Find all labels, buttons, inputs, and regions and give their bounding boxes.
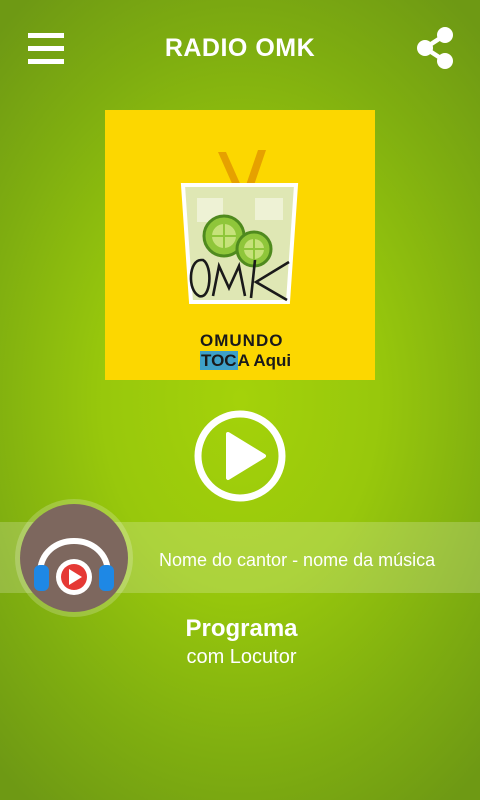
logo-text-line2: TOCA Aqui <box>200 351 291 371</box>
logo-text-rest: A Aqui <box>237 351 292 370</box>
program-avatar <box>20 504 128 612</box>
play-icon[interactable] <box>194 410 286 502</box>
headphones-icon <box>34 538 114 595</box>
program-host: com Locutor <box>186 646 297 668</box>
station-logo: OMUNDO TOCA Aqui <box>105 110 375 380</box>
app-header: RADIO OMK <box>0 0 480 100</box>
logo-text-highlight: TOC <box>200 351 238 370</box>
share-icon[interactable] <box>414 26 456 70</box>
app-title: RADIO OMK <box>164 34 316 62</box>
logo-text-line1: OMUNDO <box>200 331 284 350</box>
track-info: Nome do cantor - nome da música <box>159 550 436 570</box>
program-title: Programa <box>185 615 298 642</box>
